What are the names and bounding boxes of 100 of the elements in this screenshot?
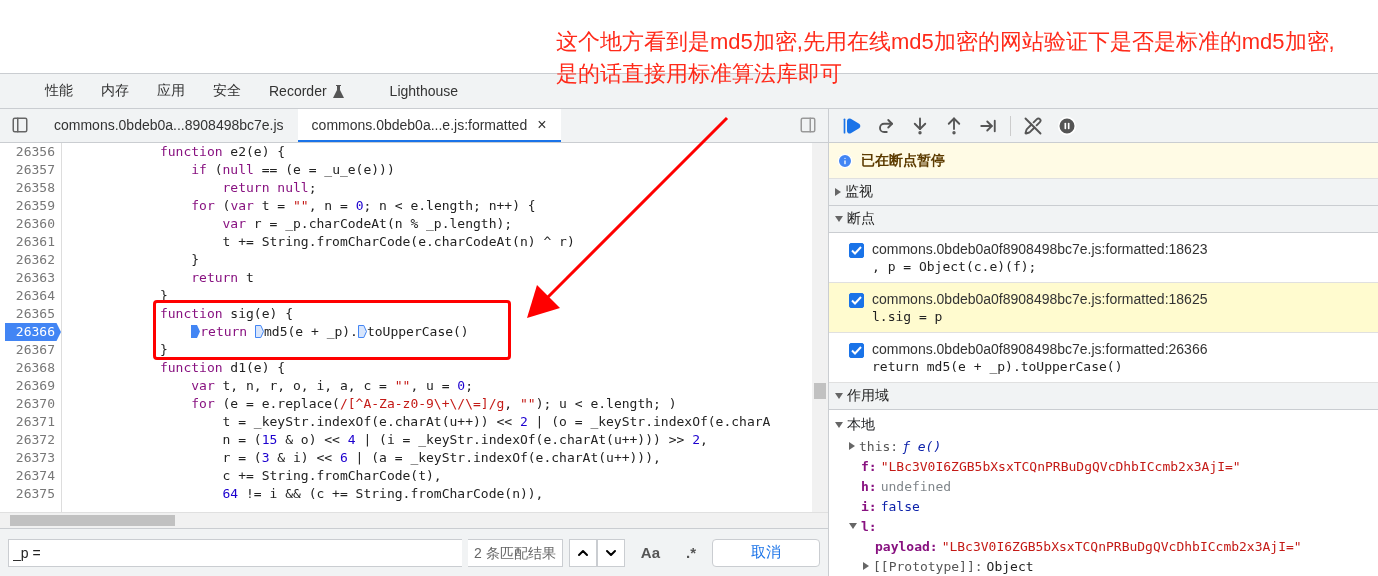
property-name: i: bbox=[861, 498, 877, 514]
code-line: n = (15 & o) << 4 | (i = _keyStr.indexOf(e.charAt(u++))) >> 2, bbox=[221, 431, 709, 449]
code-line: return t bbox=[190, 269, 255, 287]
info-icon bbox=[837, 152, 853, 169]
property-name: f: bbox=[861, 458, 877, 474]
line-number[interactable]: 26368 bbox=[0, 359, 61, 377]
line-number[interactable]: 26363 bbox=[0, 269, 61, 287]
line-number[interactable]: 26362 bbox=[0, 251, 61, 269]
code-line: 64 != i && (c += String.fromCharCode(n)), bbox=[221, 485, 545, 503]
breakpoint-marker-icon[interactable] bbox=[357, 325, 367, 338]
breakpoint-item[interactable]: commons.0bdeb0a0f8908498bc7e.js:formatted:18625 l.sig = p bbox=[829, 283, 1378, 333]
code-line: function sig(e) { bbox=[158, 305, 294, 323]
expand-toggle-icon[interactable] bbox=[849, 523, 857, 529]
match-count: 2 条匹配结果 bbox=[468, 538, 563, 567]
sidebar-icon bbox=[799, 116, 817, 134]
code-line: function d1(e) { bbox=[158, 359, 287, 377]
breakpoint-location: commons.0bdeb0a0f8908498bc7e.js:formatted:26366 bbox=[872, 341, 1208, 357]
breakpoint-marker-icon[interactable] bbox=[255, 325, 265, 338]
breakpoint-checkbox[interactable] bbox=[849, 293, 864, 308]
next-match-button[interactable] bbox=[596, 538, 625, 567]
property-value: "LBc3V0I6ZGB5bXsxTCQnPRBuDgQVcDhbICcmb2x3AjI=" bbox=[941, 538, 1302, 554]
breakpoint-marker-icon[interactable] bbox=[191, 325, 201, 338]
crossed-pen-icon bbox=[1024, 116, 1042, 135]
close-icon[interactable]: × bbox=[537, 115, 547, 134]
line-number[interactable]: 26361 bbox=[0, 233, 61, 251]
panel-tab[interactable]: 应用 bbox=[143, 82, 199, 100]
line-number[interactable]: 26369 bbox=[0, 377, 61, 395]
panel-tab[interactable]: 安全 bbox=[199, 82, 255, 100]
line-number[interactable]: 26357 bbox=[0, 161, 61, 179]
line-number[interactable]: 26359 bbox=[0, 197, 61, 215]
property-name: h: bbox=[861, 478, 877, 494]
property-value: undefined bbox=[880, 478, 952, 494]
panel-tab[interactable]: Lighthouse bbox=[375, 83, 473, 99]
regex-button[interactable]: .* bbox=[676, 538, 706, 567]
line-number[interactable]: 26358 bbox=[0, 179, 61, 197]
sidebar-icon bbox=[11, 116, 29, 134]
arrow-down-icon bbox=[911, 116, 929, 135]
expand-toggle-icon[interactable] bbox=[849, 442, 855, 450]
expand-toggle-icon[interactable] bbox=[863, 562, 869, 570]
cancel-button[interactable]: 取消 bbox=[712, 538, 820, 567]
code-line: var t, n, r, o, i, a, c = "", u = 0; bbox=[190, 377, 474, 395]
code-line: function e2(e) { bbox=[158, 143, 287, 161]
breakpoint-location: commons.0bdeb0a0f8908498bc7e.js:formatted:18625 bbox=[872, 291, 1208, 307]
vertical-scrollbar[interactable] bbox=[812, 143, 828, 512]
section-header[interactable]: 监视 bbox=[829, 179, 1378, 206]
property-name: this: bbox=[859, 438, 899, 454]
property-value: "LBc3V0I6ZGB5bXsxTCQnPRBuDgQVcDhbICcmb2x3AjI=" bbox=[880, 458, 1241, 474]
line-number[interactable]: 26371 bbox=[0, 413, 61, 431]
code-line: } bbox=[158, 341, 169, 359]
previous-match-button[interactable] bbox=[568, 538, 597, 567]
line-number[interactable]: 26364 bbox=[0, 287, 61, 305]
curved-arrow-icon bbox=[877, 116, 895, 135]
arrow-up-icon bbox=[945, 116, 963, 135]
line-number[interactable]: 26374 bbox=[0, 467, 61, 485]
file-tab[interactable]: commons.0bdeb0a...e.js:formatted × bbox=[297, 109, 561, 142]
code-line: } bbox=[190, 251, 201, 269]
property-name: l: bbox=[861, 518, 877, 534]
code-line: return null; bbox=[221, 179, 318, 197]
property-value: false bbox=[880, 498, 920, 514]
code-line: t = _keyStr.indexOf(e.charAt(u++)) << 2 | (o = _keyStr.indexOf(e.charA bbox=[221, 413, 772, 431]
resume-icon bbox=[842, 115, 862, 136]
scope-group[interactable]: 本地 bbox=[835, 414, 1378, 436]
panel-tab[interactable]: 性能 bbox=[31, 82, 87, 100]
code-line: if (null == (e = _u_e(e))) bbox=[190, 161, 396, 179]
code-line: c += String.fromCharCode(t), bbox=[221, 467, 443, 485]
code-line: t += String.fromCharCode(e.charCodeAt(n) ^ r) bbox=[221, 233, 576, 251]
code-line: var r = _p.charCodeAt(n % _p.length); bbox=[221, 215, 514, 233]
line-number[interactable]: 26373 bbox=[0, 449, 61, 467]
property-name: [[Prototype]]: bbox=[873, 558, 983, 574]
annotation-text: 这个地方看到是md5加密,先用在线md5加密的网站验证下是否是标准的md5加密,是的话直接用标准算法库即可 bbox=[556, 28, 1336, 88]
property-name: payload: bbox=[875, 538, 938, 554]
line-number[interactable]: 26360 bbox=[0, 215, 61, 233]
code-line: return md5(e + _p). toUpperCase() bbox=[66, 323, 812, 341]
breakpoint-checkbox[interactable] bbox=[849, 343, 864, 358]
horizontal-scrollbar[interactable] bbox=[0, 512, 828, 528]
match-case-button[interactable]: Aa bbox=[630, 538, 670, 567]
line-number[interactable]: 26372 bbox=[0, 431, 61, 449]
panel-tab[interactable]: Recorder bbox=[255, 83, 358, 99]
line-number[interactable]: 26365 bbox=[0, 305, 61, 323]
panel-tab[interactable]: 内存 bbox=[87, 82, 143, 100]
line-number[interactable]: 26356 bbox=[0, 143, 61, 161]
property-value: Object bbox=[986, 558, 1034, 574]
line-number[interactable]: 26366 bbox=[5, 323, 61, 341]
code-line: for (var t = "", n = 0; n < e.length; n++) { bbox=[190, 197, 537, 215]
breakpoint-code: return md5(e + _p).toUpperCase() bbox=[872, 359, 1124, 374]
section-header[interactable]: 作用域 bbox=[829, 383, 1378, 410]
code-line: for (e = e.replace(/[^A-Za-z0-9\+\/\=]/g, ""); u < e.length; ) bbox=[190, 395, 678, 413]
breakpoint-location: commons.0bdeb0a0f8908498bc7e.js:formatted:18623 bbox=[872, 241, 1208, 257]
breakpoint-code: l.sig = p bbox=[872, 309, 944, 324]
breakpoint-code: , p = Object(c.e)(f); bbox=[872, 259, 1038, 274]
code-line: r = (3 & i) << 6 | (a = _keyStr.indexOf(e.charAt(u++))), bbox=[221, 449, 662, 467]
search-field[interactable]: _p = bbox=[8, 538, 463, 567]
line-number[interactable]: 26370 bbox=[0, 395, 61, 413]
file-tab[interactable]: commons.0bdeb0a...8908498bc7e.js bbox=[40, 109, 298, 142]
breakpoint-checkbox[interactable] bbox=[849, 243, 864, 258]
line-number[interactable]: 26367 bbox=[0, 341, 61, 359]
section-header[interactable]: 断点 bbox=[829, 206, 1378, 233]
line-number[interactable]: 26375 bbox=[0, 485, 61, 503]
property-value: ƒ e() bbox=[902, 438, 942, 454]
paused-message: 已在断点暂停 bbox=[861, 151, 945, 170]
